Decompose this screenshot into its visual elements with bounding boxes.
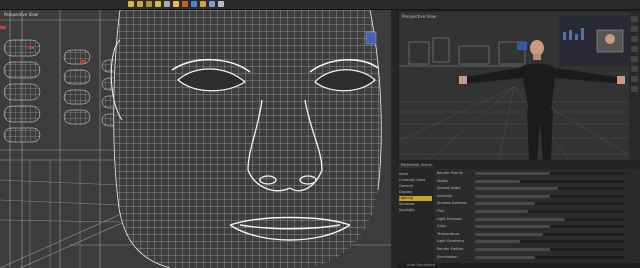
property-label: Color xyxy=(437,224,447,229)
render-icon[interactable] xyxy=(191,1,197,7)
property-label: Visible xyxy=(437,178,449,183)
light-tool-icon[interactable] xyxy=(173,1,179,7)
zoom-icon[interactable] xyxy=(631,46,638,52)
property-slider-fill xyxy=(475,240,520,244)
tab-scene[interactable]: Scene xyxy=(419,163,434,168)
tree-item[interactable]: Display xyxy=(399,190,432,195)
property-row: Color xyxy=(435,223,635,230)
iray-preview-icon[interactable] xyxy=(209,1,215,7)
property-slider-fill xyxy=(475,194,550,198)
property-label: Light Emission xyxy=(437,216,463,221)
property-row: Temperature xyxy=(435,231,635,238)
property-slider-fill xyxy=(475,187,558,191)
property-row: Shadow Softness xyxy=(435,200,635,207)
property-label: Intensity xyxy=(437,193,453,198)
orbit-icon[interactable] xyxy=(631,26,638,32)
property-label: Temperature xyxy=(437,231,460,236)
render-settings-icon[interactable] xyxy=(200,1,206,7)
property-slider[interactable] xyxy=(475,240,625,244)
property-row: Light Geometry xyxy=(435,238,635,245)
property-slider-fill xyxy=(475,202,535,206)
light-icon[interactable] xyxy=(631,76,638,82)
move-tool-icon[interactable] xyxy=(137,1,143,7)
left-viewport-label: Perspective View xyxy=(4,12,38,17)
property-slider[interactable] xyxy=(475,187,625,191)
property-row: Illumination xyxy=(435,254,635,261)
property-slider[interactable] xyxy=(475,232,625,236)
property-label: Flux xyxy=(437,209,445,213)
property-row: Render Priority xyxy=(435,170,635,177)
tree-item[interactable]: Currently Used xyxy=(399,178,432,183)
property-row: Spread Angle xyxy=(435,185,635,192)
property-slider-fill xyxy=(475,210,528,213)
property-slider-fill xyxy=(475,172,550,175)
rotate-tool-icon[interactable] xyxy=(146,1,152,7)
property-label: Shadow Softness xyxy=(437,201,467,206)
camera-tool-icon[interactable] xyxy=(164,1,170,7)
property-slider-fill xyxy=(475,248,550,251)
property-slider[interactable] xyxy=(475,225,625,229)
property-row: Visible xyxy=(435,178,635,185)
tree-item[interactable]: Spotlight xyxy=(399,208,432,213)
camera-icon[interactable] xyxy=(631,66,638,72)
property-row: Intensity xyxy=(435,193,635,200)
property-label: Render Priority xyxy=(437,171,464,175)
property-slider-fill xyxy=(475,217,565,221)
property-row: Flux xyxy=(435,208,635,215)
fit-icon[interactable] xyxy=(631,16,638,22)
property-slider[interactable] xyxy=(475,194,625,198)
tree-item[interactable]: Lighting xyxy=(399,196,432,201)
tree-item[interactable]: Actor xyxy=(399,172,432,177)
scale-tool-icon[interactable] xyxy=(155,1,161,7)
status-bar: Auto Generated xyxy=(397,263,640,268)
right-viewport[interactable]: Perspective View xyxy=(399,12,629,160)
right-panel: Perspective View Parameters Scene Actor C… xyxy=(397,10,640,268)
parameters-tabs: Parameters Scene xyxy=(397,162,640,169)
property-label: Spread Angle xyxy=(437,186,461,191)
tree-item[interactable]: General xyxy=(399,184,432,189)
parameters-pane: Parameters Scene Actor Currently Used Gene… xyxy=(397,162,640,268)
geometry-tool-icon[interactable] xyxy=(182,1,188,7)
property-label: Light Geometry xyxy=(437,239,465,244)
face-wireframe xyxy=(0,10,391,268)
property-label: Render Emitter xyxy=(437,247,464,251)
property-slider-fill xyxy=(475,225,550,229)
property-slider-fill xyxy=(475,179,520,183)
right-viewport-label: Perspective View xyxy=(402,14,436,19)
property-slider-fill xyxy=(475,255,535,259)
tree-item[interactable]: Shadows xyxy=(399,202,432,207)
property-slider[interactable] xyxy=(475,248,625,251)
property-slider[interactable] xyxy=(475,179,625,183)
property-list: Render Priority Visible Spread Angle Intens… xyxy=(435,170,640,266)
figure-viewport-scene xyxy=(399,12,629,160)
viewport-side-toolbar xyxy=(629,12,640,160)
property-slider[interactable] xyxy=(475,202,625,206)
frame-icon[interactable] xyxy=(631,56,638,62)
universal-tool-icon[interactable] xyxy=(128,1,134,7)
main-toolbar xyxy=(0,0,640,10)
property-row: Light Emission xyxy=(435,216,635,223)
property-slider-fill xyxy=(475,232,543,236)
property-label: Illumination xyxy=(437,254,458,259)
select-tool-icon[interactable] xyxy=(218,1,224,7)
left-viewport[interactable]: Perspective View xyxy=(0,10,391,268)
property-slider[interactable] xyxy=(475,217,625,221)
property-tree: Actor Currently Used General Display Lightin… xyxy=(397,170,434,266)
property-slider[interactable] xyxy=(475,172,625,175)
property-slider[interactable] xyxy=(475,255,625,259)
settings-icon[interactable] xyxy=(631,86,638,92)
property-slider[interactable] xyxy=(475,210,625,213)
pan-icon[interactable] xyxy=(631,36,638,42)
property-row: Render Emitter xyxy=(435,246,635,253)
